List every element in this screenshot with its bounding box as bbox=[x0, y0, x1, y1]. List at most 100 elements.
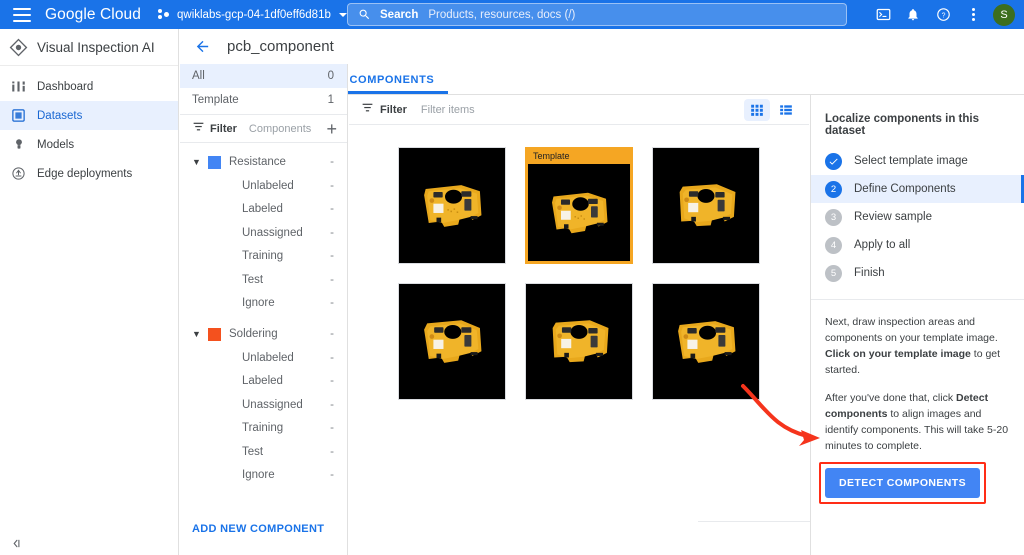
subrow-count: - bbox=[330, 422, 334, 435]
subrow-count: - bbox=[330, 445, 334, 458]
component-subrow[interactable]: Unassigned - bbox=[180, 221, 347, 245]
detect-components-button[interactable]: DETECT COMPONENTS bbox=[825, 468, 980, 498]
component-group-soldering: ▼ Soldering - Unlabeled - Labeled - Unas… bbox=[180, 322, 347, 487]
subrow-label: Training bbox=[242, 422, 284, 435]
component-subrow[interactable]: Test - bbox=[180, 268, 347, 292]
help-icon[interactable]: ? bbox=[928, 0, 958, 29]
chevron-down-icon[interactable]: ▼ bbox=[192, 157, 204, 167]
component-subrow[interactable]: Labeled - bbox=[180, 198, 347, 222]
thumbnail-image bbox=[528, 164, 630, 261]
step-number: 3 bbox=[825, 208, 842, 226]
color-swatch bbox=[208, 327, 221, 341]
step-review-sample[interactable]: 3 Review sample bbox=[811, 203, 1024, 231]
summary-row-template[interactable]: Template 1 bbox=[180, 88, 347, 112]
step-select-template-image[interactable]: Select template image bbox=[811, 147, 1024, 175]
subrow-label: Unassigned bbox=[242, 398, 303, 411]
project-selector[interactable]: qwiklabs-gcp-04-1df0eff6d81b bbox=[158, 9, 347, 21]
gallery-item-pcb-image-3[interactable] bbox=[652, 147, 760, 264]
summary-count: 0 bbox=[327, 70, 334, 82]
step-label: Review sample bbox=[854, 211, 932, 223]
sidebar-item-models[interactable]: Models bbox=[0, 130, 178, 159]
component-subrow[interactable]: Training - bbox=[180, 245, 347, 269]
panel-title: Localize components in this dataset bbox=[825, 113, 979, 137]
page-title: pcb_component bbox=[227, 38, 334, 55]
gallery-item-pcb-image-5[interactable] bbox=[525, 283, 633, 400]
step-apply-to-all[interactable]: 4 Apply to all bbox=[811, 231, 1024, 259]
subrow-count: - bbox=[330, 250, 334, 263]
filter-label: Filter bbox=[380, 103, 407, 116]
subrow-count: - bbox=[330, 469, 334, 482]
chevron-down-icon bbox=[338, 12, 347, 17]
component-group-header[interactable]: ▼ Soldering - bbox=[180, 322, 347, 346]
component-group-header[interactable]: ▼ Resistance - bbox=[180, 150, 347, 174]
subrow-count: - bbox=[330, 351, 334, 364]
more-options-icon[interactable] bbox=[958, 0, 988, 29]
plus-icon[interactable]: + bbox=[326, 120, 337, 138]
step-finish[interactable]: 5 Finish bbox=[811, 259, 1024, 287]
filter-icon bbox=[192, 120, 205, 138]
sidebar-item-label: Models bbox=[37, 138, 75, 151]
component-subrow[interactable]: Test - bbox=[180, 440, 347, 464]
back-arrow-icon[interactable] bbox=[194, 38, 211, 55]
subrow-count: - bbox=[330, 297, 334, 310]
cloud-shell-icon[interactable] bbox=[868, 0, 898, 29]
instruction-paragraph-1: Next, draw inspection areas and componen… bbox=[825, 314, 1010, 378]
filter-label: Filter bbox=[210, 122, 237, 135]
summary-count: 1 bbox=[327, 94, 334, 106]
gallery-item-pcb-image-1[interactable] bbox=[398, 147, 506, 264]
product-header: Visual Inspection AI bbox=[0, 29, 178, 66]
component-subrow[interactable]: Ignore - bbox=[180, 292, 347, 316]
add-new-component-button[interactable]: ADD NEW COMPONENT bbox=[192, 523, 324, 535]
grid-view-icon[interactable] bbox=[744, 98, 770, 121]
template-badge: Template bbox=[533, 151, 570, 161]
search-input[interactable]: Search Products, resources, docs (/) bbox=[347, 3, 847, 26]
models-bulb-icon bbox=[0, 137, 37, 152]
component-subrow[interactable]: Unassigned - bbox=[180, 393, 347, 417]
summary-row-all[interactable]: All 0 bbox=[180, 64, 347, 88]
component-subrow[interactable]: Unlabeled - bbox=[180, 174, 347, 198]
list-view-icon[interactable] bbox=[773, 99, 799, 121]
notifications-bell-icon[interactable] bbox=[898, 0, 928, 29]
component-subrow[interactable]: Training - bbox=[180, 417, 347, 441]
step-define-components[interactable]: 2 Define Components bbox=[811, 175, 1024, 203]
edge-deployments-icon bbox=[0, 166, 37, 181]
gallery-item-pcb-image-4[interactable] bbox=[398, 283, 506, 400]
avatar[interactable]: S bbox=[993, 3, 1015, 26]
sidebar-item-label: Edge deployments bbox=[37, 167, 133, 180]
component-subrow[interactable]: Ignore - bbox=[180, 464, 347, 488]
instruction-text: Next, draw inspection areas and componen… bbox=[825, 316, 998, 344]
sidebar-item-edge-deployments[interactable]: Edge deployments bbox=[0, 159, 178, 188]
project-name: qwiklabs-gcp-04-1df0eff6d81b bbox=[177, 8, 331, 21]
component-subrow[interactable]: Labeled - bbox=[180, 370, 347, 394]
components-filter-bar[interactable]: Filter Components + bbox=[180, 115, 347, 143]
subrow-label: Unlabeled bbox=[242, 179, 294, 192]
svg-text:?: ? bbox=[941, 12, 945, 19]
gallery-filter-bar[interactable]: Filter Filter items bbox=[349, 95, 809, 125]
subrow-label: Training bbox=[242, 250, 284, 263]
sidebar-item-datasets[interactable]: Datasets bbox=[0, 101, 178, 130]
subrow-label: Unlabeled bbox=[242, 351, 294, 364]
subrow-label: Ignore bbox=[242, 297, 275, 310]
sidebar-nav: Dashboard Datasets Models Edge deploymen… bbox=[0, 66, 178, 188]
view-toggle bbox=[744, 98, 799, 121]
hamburger-menu-icon[interactable] bbox=[13, 7, 31, 22]
collapse-panel-icon[interactable] bbox=[10, 538, 23, 549]
subrow-label: Ignore bbox=[242, 469, 275, 482]
left-sidebar: Visual Inspection AI Dashboard Datasets … bbox=[0, 29, 179, 555]
step-label: Apply to all bbox=[854, 239, 911, 251]
chevron-down-icon[interactable]: ▼ bbox=[192, 329, 204, 339]
component-group-name: Resistance bbox=[229, 156, 286, 168]
gallery-item-pcb-image-2[interactable]: Template bbox=[525, 147, 633, 264]
thumbnail-image bbox=[398, 147, 506, 264]
sidebar-item-label: Datasets bbox=[37, 109, 83, 122]
subrow-count: - bbox=[330, 226, 334, 239]
subrow-label: Labeled bbox=[242, 203, 283, 216]
google-cloud-logo[interactable]: Google Cloud bbox=[45, 6, 141, 24]
step-label: Select template image bbox=[854, 155, 968, 167]
localize-components-panel: Localize components in this dataset Sele… bbox=[810, 95, 1024, 555]
filter-items-input[interactable]: Filter items bbox=[421, 104, 744, 116]
gallery-item-pcb-image-6[interactable] bbox=[652, 283, 760, 400]
sidebar-item-dashboard[interactable]: Dashboard bbox=[0, 72, 178, 101]
component-subrow[interactable]: Unlabeled - bbox=[180, 346, 347, 370]
tab-components[interactable]: COMPONENTS bbox=[336, 74, 449, 94]
